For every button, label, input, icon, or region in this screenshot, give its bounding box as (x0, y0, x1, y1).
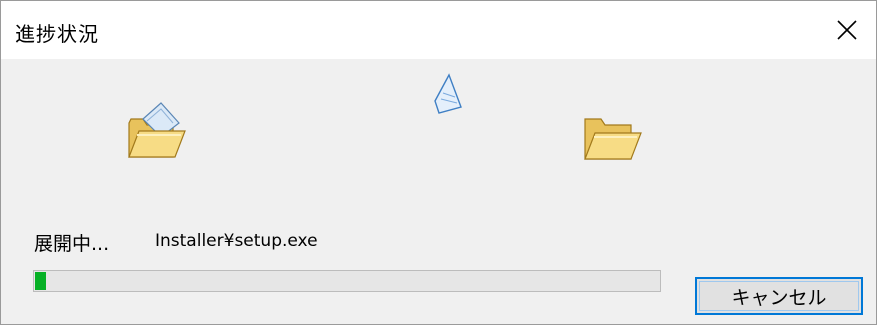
close-icon (837, 20, 857, 40)
progress-bar (33, 270, 661, 292)
open-folder-icon (584, 118, 642, 160)
progress-dialog: 進捗状況 展開中... Installer¥setup.exe キャンセル (0, 0, 877, 325)
dialog-body: 展開中... Installer¥setup.exe キャンセル (1, 59, 876, 324)
open-folder-with-paper-icon (128, 102, 186, 158)
progress-bar-fill (35, 272, 46, 290)
current-file-path: Installer¥setup.exe (155, 231, 318, 251)
status-label: 展開中... (34, 233, 110, 255)
title-bar: 進捗状況 (1, 1, 876, 59)
cancel-button[interactable]: キャンセル (695, 277, 863, 315)
close-button[interactable] (818, 1, 876, 59)
flying-paper-icon (434, 73, 462, 114)
window-title: 進捗状況 (15, 22, 99, 46)
